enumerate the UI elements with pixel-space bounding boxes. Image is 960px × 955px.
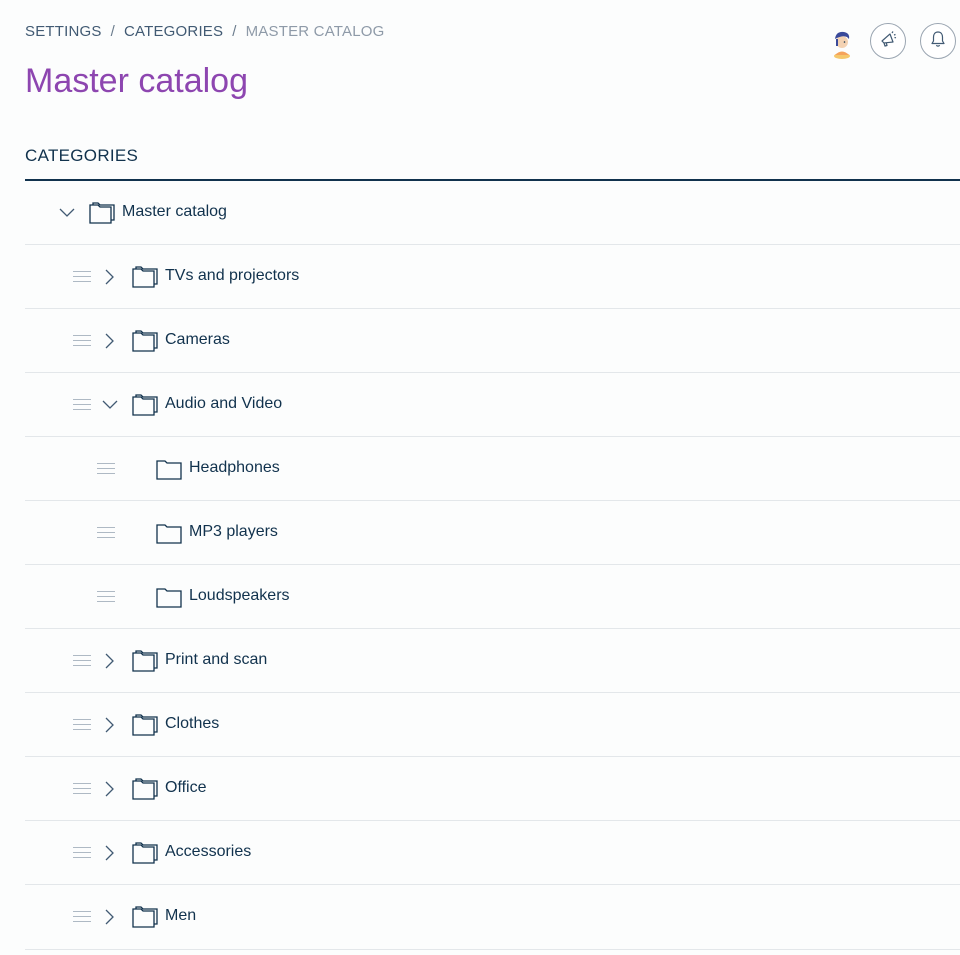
category-row[interactable]: Headphones bbox=[25, 437, 960, 501]
breadcrumb-separator: / bbox=[232, 23, 237, 40]
drag-handle-icon[interactable] bbox=[73, 271, 91, 283]
breadcrumb-current: MASTER CATALOG bbox=[245, 23, 385, 40]
folder-stack-icon bbox=[132, 906, 158, 928]
drag-handle-icon[interactable] bbox=[73, 719, 91, 731]
category-label: Clothes bbox=[165, 715, 220, 732]
category-label: Men bbox=[165, 907, 197, 924]
bell-icon bbox=[929, 30, 947, 53]
drag-handle-icon[interactable] bbox=[73, 655, 91, 667]
drag-handle-icon[interactable] bbox=[73, 335, 91, 347]
category-row[interactable]: Cameras bbox=[25, 309, 960, 373]
drag-handle-icon[interactable] bbox=[97, 591, 115, 603]
chevron-right-icon[interactable] bbox=[102, 845, 118, 861]
drag-handle-icon[interactable] bbox=[73, 847, 91, 859]
chevron-right-icon[interactable] bbox=[102, 653, 118, 669]
folder-stack-icon bbox=[132, 266, 158, 288]
category-row[interactable]: Clothes bbox=[25, 693, 960, 757]
breadcrumb-settings[interactable]: SETTINGS bbox=[25, 23, 102, 40]
drag-handle-icon[interactable] bbox=[73, 399, 91, 411]
folder-stack-icon bbox=[132, 842, 158, 864]
drag-handle-icon[interactable] bbox=[73, 783, 91, 795]
notifications-button[interactable] bbox=[920, 23, 956, 59]
megaphone-icon bbox=[879, 30, 897, 53]
category-row[interactable]: Audio and Video bbox=[25, 373, 960, 437]
category-row[interactable]: MP3 players bbox=[25, 501, 960, 565]
folder-icon bbox=[156, 458, 182, 480]
chevron-right-icon[interactable] bbox=[102, 909, 118, 925]
chevron-right-icon[interactable] bbox=[102, 717, 118, 733]
category-row[interactable]: TVs and projectors bbox=[25, 245, 960, 309]
category-label: Loudspeakers bbox=[189, 587, 290, 604]
folder-stack-icon bbox=[132, 330, 158, 352]
chevron-down-icon[interactable] bbox=[102, 397, 118, 413]
category-row[interactable]: Men bbox=[25, 885, 960, 950]
category-row[interactable]: Office bbox=[25, 757, 960, 821]
category-label: Office bbox=[165, 779, 207, 796]
chevron-right-icon[interactable] bbox=[102, 269, 118, 285]
chevron-right-icon[interactable] bbox=[102, 333, 118, 349]
category-label: Audio and Video bbox=[165, 395, 283, 412]
folder-stack-icon bbox=[89, 202, 115, 224]
breadcrumb-categories[interactable]: CATEGORIES bbox=[124, 23, 223, 40]
header-actions bbox=[825, 23, 960, 63]
folder-stack-icon bbox=[132, 650, 158, 672]
category-row[interactable]: Accessories bbox=[25, 821, 960, 885]
category-tree: Master catalog TVs and projectors Cameras… bbox=[25, 181, 960, 950]
category-row-root[interactable]: Master catalog bbox=[25, 181, 960, 245]
categories-section-title: CATEGORIES bbox=[25, 146, 139, 165]
announcements-button[interactable] bbox=[870, 23, 906, 59]
category-label: Headphones bbox=[189, 459, 280, 476]
category-row[interactable]: Print and scan bbox=[25, 629, 960, 693]
category-label: Cameras bbox=[165, 331, 230, 348]
category-row[interactable]: Loudspeakers bbox=[25, 565, 960, 629]
drag-handle-icon[interactable] bbox=[73, 911, 91, 923]
drag-handle-icon[interactable] bbox=[97, 463, 115, 475]
folder-icon bbox=[156, 586, 182, 608]
folder-stack-icon bbox=[132, 714, 158, 736]
folder-stack-icon bbox=[132, 778, 158, 800]
drag-handle-icon[interactable] bbox=[97, 527, 115, 539]
category-label: MP3 players bbox=[189, 523, 278, 540]
chevron-right-icon[interactable] bbox=[102, 781, 118, 797]
breadcrumb-separator: / bbox=[110, 23, 115, 40]
category-label: Master catalog bbox=[122, 203, 227, 220]
category-label: Accessories bbox=[165, 843, 252, 860]
chevron-down-icon[interactable] bbox=[59, 205, 75, 221]
category-label: TVs and projectors bbox=[165, 267, 300, 284]
page-title: Master catalog bbox=[25, 62, 248, 100]
user-avatar-icon[interactable] bbox=[825, 26, 859, 60]
folder-stack-icon bbox=[132, 394, 158, 416]
category-label: Print and scan bbox=[165, 651, 268, 668]
breadcrumb: SETTINGS / CATEGORIES / MASTER CATALOG bbox=[25, 23, 385, 40]
folder-icon bbox=[156, 522, 182, 544]
